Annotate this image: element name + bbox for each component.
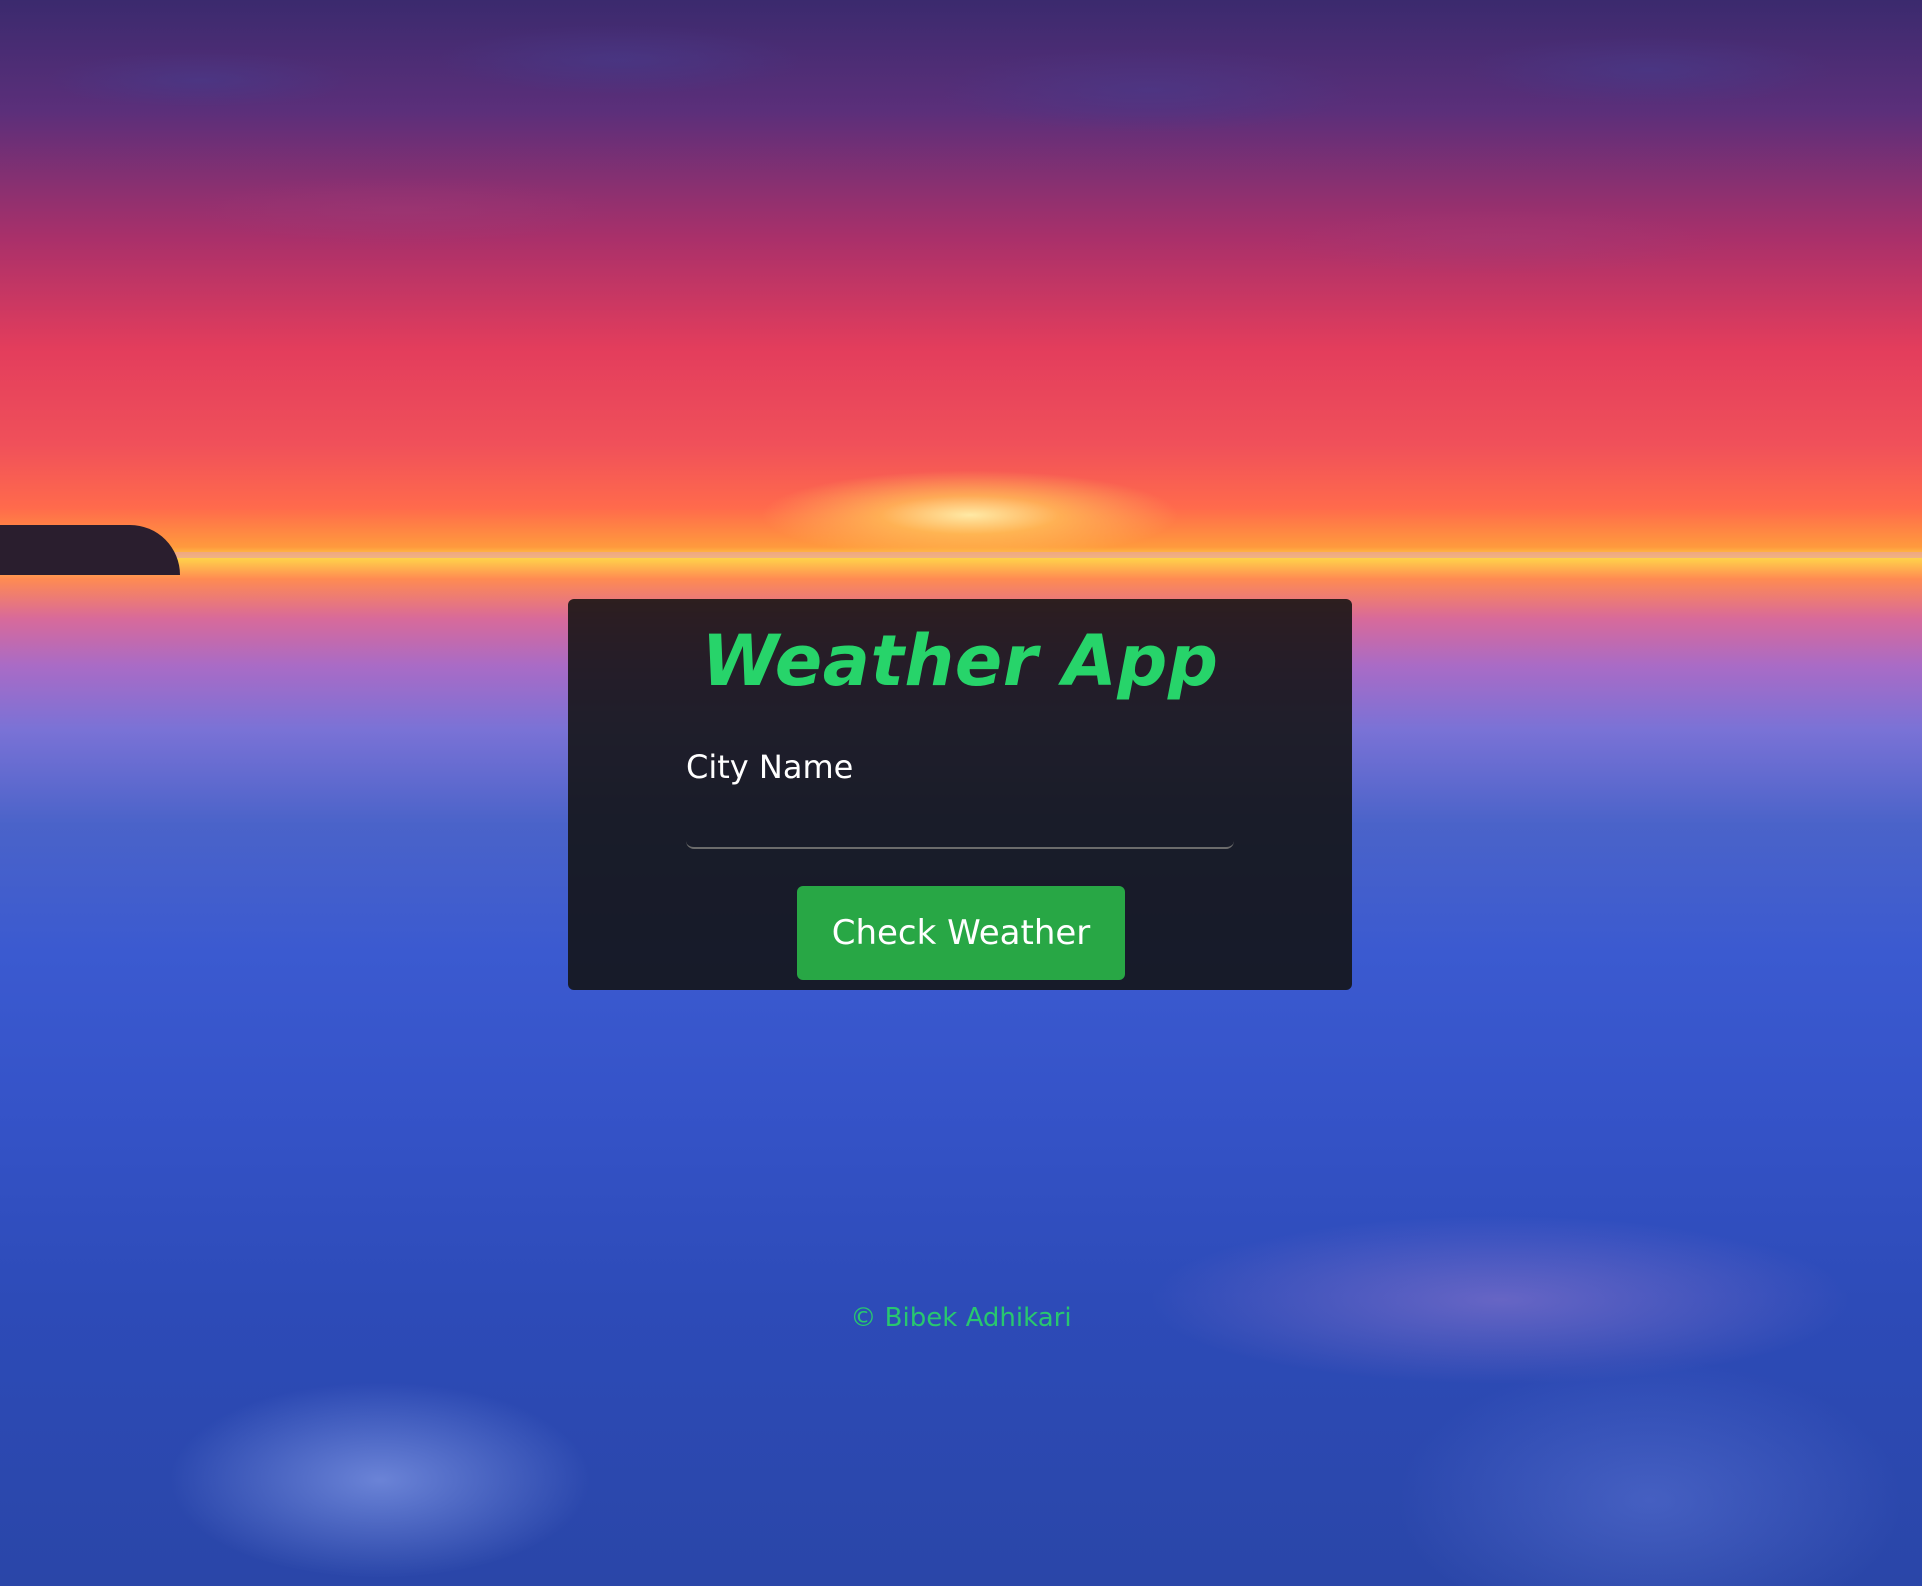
city-name-input[interactable] [686, 791, 1234, 849]
background-horizon [0, 552, 1922, 558]
background-clouds [0, 0, 1922, 520]
footer-copyright: © Bibek Adhikari [850, 1303, 1072, 1333]
check-weather-button[interactable]: Check Weather [797, 886, 1125, 980]
background-rock [0, 525, 180, 575]
weather-form-card: Weather App City Name Check Weather [568, 599, 1352, 990]
background-sun [760, 470, 1180, 560]
city-name-label: City Name [686, 748, 854, 786]
app-title: Weather App [701, 620, 1219, 702]
